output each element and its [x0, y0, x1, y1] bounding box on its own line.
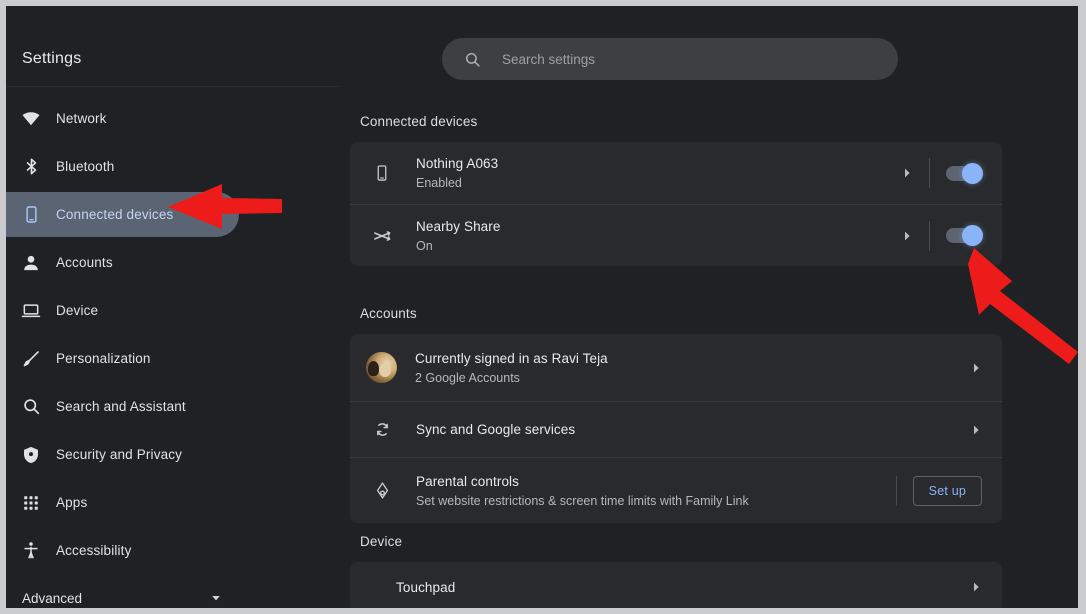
wifi-icon: [21, 109, 41, 129]
section-title: Accounts: [360, 306, 417, 321]
sidebar-item-security-and-privacy[interactable]: Security and Privacy: [6, 432, 340, 477]
row-divider: [929, 158, 930, 188]
section-device: Device Touchpad: [350, 534, 1002, 608]
row-texts: Nothing A063 Enabled: [416, 154, 899, 192]
row-divider: [929, 220, 930, 251]
row-subtitle: Enabled: [416, 176, 462, 190]
row-title: Parental controls: [416, 473, 520, 489]
sidebar-item-label: Network: [56, 111, 107, 126]
sidebar-item-label: Advanced: [22, 590, 83, 606]
bluetooth-icon: [21, 157, 41, 177]
toggle-knob: [962, 225, 983, 246]
row-texts: Nearby Share On: [416, 217, 899, 255]
sidebar-item-device[interactable]: Device: [6, 288, 340, 333]
search-icon: [465, 52, 480, 67]
sync-icon: [370, 418, 394, 442]
row-texts: Parental controls Set website restrictio…: [416, 472, 896, 510]
sidebar-item-apps[interactable]: Apps: [6, 480, 340, 525]
sidebar-item-label: Personalization: [56, 351, 151, 366]
sidebar-item-search-and-assistant[interactable]: Search and Assistant: [6, 384, 340, 429]
brush-icon: [21, 349, 41, 369]
row-parental-controls[interactable]: Parental controls Set website restrictio…: [350, 457, 1002, 523]
sidebar-item-label: Device: [56, 303, 99, 318]
shield-icon: [21, 445, 41, 465]
person-icon: [21, 253, 41, 273]
sidebar-item-label: Security and Privacy: [56, 447, 183, 462]
sidebar-item-label: Accessibility: [56, 543, 132, 558]
section-accounts: Accounts Currently signed in as Ravi Tej…: [350, 306, 1002, 523]
sidebar-item-network[interactable]: Network: [6, 96, 340, 141]
sidebar-item-label: Search and Assistant: [56, 399, 186, 414]
row-sync-and-google-services[interactable]: Sync and Google services: [350, 401, 1002, 457]
toggle-knob: [962, 162, 983, 184]
chevron-down-icon: [209, 591, 223, 605]
screenshot-frame: Settings Network: [0, 0, 1086, 614]
phone-icon: [370, 161, 394, 185]
search-icon: [21, 397, 41, 417]
chevron-right-icon[interactable]: [968, 579, 984, 595]
row-texts: Currently signed in as Ravi Teja 2 Googl…: [415, 349, 968, 387]
search-box[interactable]: [442, 38, 898, 80]
sidebar-item-advanced[interactable]: Advanced: [6, 576, 340, 608]
toggle-nearby-share[interactable]: [946, 225, 983, 246]
sidebar-item-label: Apps: [56, 495, 88, 510]
row-signed-in-account[interactable]: Currently signed in as Ravi Teja 2 Googl…: [350, 334, 1002, 401]
avatar: [366, 352, 397, 383]
row-divider: [895, 475, 897, 506]
row-title: Nearby Share: [416, 218, 501, 234]
row-nearby-share[interactable]: Nearby Share On: [350, 204, 1002, 266]
row-touchpad[interactable]: Touchpad: [350, 562, 1002, 608]
chevron-right-icon[interactable]: [899, 228, 915, 244]
row-texts: Sync and Google services: [416, 420, 968, 439]
section-connected-devices: Connected devices Nothing A063 Enabled N…: [350, 114, 1002, 266]
search-input[interactable]: [502, 51, 898, 67]
row-subtitle: 2 Google Accounts: [415, 370, 520, 385]
sidebar-nav-list: Network Bluetooth Connected devices Acco…: [6, 87, 340, 573]
sidebar-item-label: Accounts: [56, 255, 113, 270]
chevron-right-icon[interactable]: [968, 422, 984, 438]
main-content: Connected devices Nothing A063 Enabled N…: [340, 86, 1078, 608]
row-title: Touchpad: [396, 579, 456, 595]
section-title: Connected devices: [360, 114, 478, 129]
row-subtitle: Set website restrictions & screen time l…: [416, 493, 749, 508]
chevron-right-icon[interactable]: [968, 360, 984, 376]
sidebar-item-label: Connected devices: [56, 207, 174, 222]
sidebar-item-personalization[interactable]: Personalization: [6, 336, 340, 381]
toggle-nothing-a063[interactable]: [946, 162, 983, 184]
sidebar-item-accessibility[interactable]: Accessibility: [6, 528, 340, 573]
sidebar-item-connected-devices[interactable]: Connected devices: [6, 192, 239, 237]
connected-devices-card: Nothing A063 Enabled Nearby Share On: [350, 142, 1002, 266]
sidebar-item-accounts[interactable]: Accounts: [6, 240, 340, 285]
sidebar: Network Bluetooth Connected devices Acco…: [6, 86, 340, 608]
accessibility-icon: [21, 541, 41, 561]
row-subtitle: On: [416, 238, 433, 253]
phone-icon: [21, 205, 41, 225]
row-nothing-a063[interactable]: Nothing A063 Enabled: [350, 142, 1002, 204]
row-texts: Touchpad: [396, 578, 968, 597]
set-up-button[interactable]: Set up: [912, 475, 982, 506]
row-title: Currently signed in as Ravi Teja: [415, 350, 608, 366]
grid-icon: [21, 493, 41, 513]
accounts-card: Currently signed in as Ravi Teja 2 Googl…: [350, 334, 1002, 523]
row-title: Sync and Google services: [416, 422, 576, 437]
laptop-icon: [21, 301, 41, 321]
sidebar-item-label: Bluetooth: [56, 159, 115, 174]
family-link-icon: [370, 479, 394, 503]
settings-window: Settings Network: [6, 6, 1078, 608]
top-bar: Settings: [6, 6, 1078, 86]
device-card: Touchpad: [350, 562, 1002, 608]
sidebar-item-bluetooth[interactable]: Bluetooth: [6, 144, 340, 189]
row-title: Nothing A063: [416, 156, 499, 171]
page-title: Settings: [22, 50, 82, 67]
nearby-share-icon: [370, 224, 394, 248]
section-title: Device: [360, 534, 403, 549]
chevron-right-icon[interactable]: [899, 165, 915, 181]
